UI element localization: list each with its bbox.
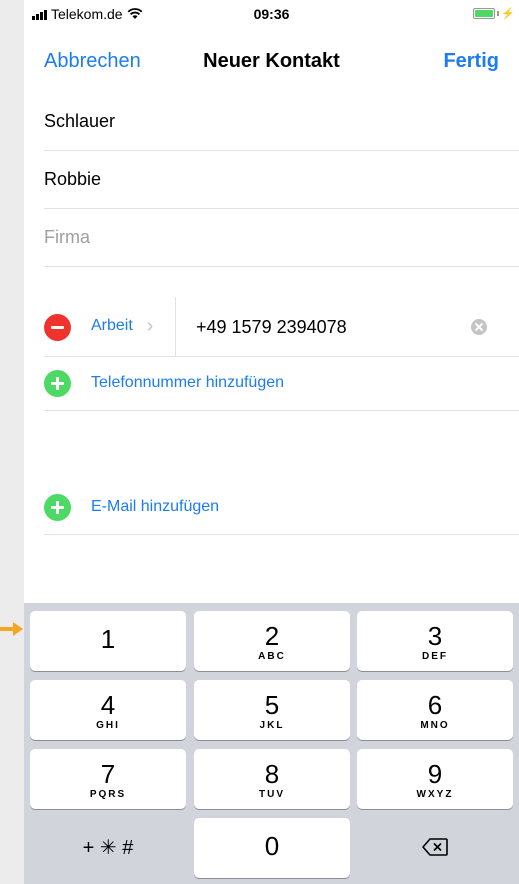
key-2[interactable]: 2 ABC xyxy=(194,611,350,671)
symbols-key[interactable]: + ✳︎ # xyxy=(30,818,186,878)
charging-icon: ⚡ xyxy=(501,8,515,20)
divider xyxy=(175,297,176,357)
key-3[interactable]: 3 DEF xyxy=(357,611,513,671)
battery-tip xyxy=(497,11,500,16)
key-5[interactable]: 5 JKL xyxy=(194,680,350,740)
last-name-row xyxy=(44,93,519,151)
clock: 09:36 xyxy=(253,6,290,22)
status-bar: Telekom.de 09:36 ⚡ xyxy=(24,0,519,28)
key-4[interactable]: 4 GHI xyxy=(30,680,186,740)
add-email-label: E-Mail hinzufügen xyxy=(91,498,220,515)
company-field[interactable] xyxy=(44,209,484,266)
status-right: ⚡ xyxy=(473,7,515,20)
add-icon xyxy=(44,370,71,397)
phone-number-row: Arbeit › xyxy=(44,297,519,357)
add-icon xyxy=(44,494,71,521)
cancel-button[interactable]: Abbrechen xyxy=(44,50,141,73)
backspace-key[interactable] xyxy=(357,818,513,878)
clear-icon[interactable] xyxy=(471,319,487,335)
symbols-label: + ✳︎ # xyxy=(82,837,134,859)
key-letters: PQRS xyxy=(89,789,127,800)
nav-bar: Abbrechen Neuer Kontakt Fertig xyxy=(24,38,519,82)
phone-number-field[interactable] xyxy=(196,297,456,357)
add-email-row[interactable]: E-Mail hinzufügen xyxy=(44,481,519,535)
remove-phone-button[interactable] xyxy=(44,314,71,341)
key-digit: 2 xyxy=(264,621,280,651)
first-name-row xyxy=(44,151,519,209)
key-digit: 5 xyxy=(264,690,280,720)
add-phone-label: Telefonnummer hinzufügen xyxy=(91,374,285,391)
key-digit: 6 xyxy=(427,690,443,720)
key-digit: 4 xyxy=(100,690,116,720)
key-digit: 1 xyxy=(100,624,116,654)
backspace-icon xyxy=(422,838,448,856)
key-1[interactable]: 1 xyxy=(30,611,186,671)
done-button[interactable]: Fertig xyxy=(443,50,499,73)
key-digit: 9 xyxy=(427,759,443,789)
key-digit: 8 xyxy=(264,759,280,789)
key-9[interactable]: 9 WXYZ xyxy=(357,749,513,809)
key-letters: GHI xyxy=(96,720,120,731)
key-digit: 7 xyxy=(100,759,116,789)
phone-screen: Telekom.de 09:36 ⚡ Abbrechen Neuer Konta… xyxy=(24,0,519,884)
numeric-keyboard: 1 2 ABC 3 DEF 4 GHI 5 JKL 6 MNO 7 PQRS 8… xyxy=(24,603,519,884)
key-digit: 0 xyxy=(264,831,280,861)
first-name-field[interactable] xyxy=(44,151,484,208)
last-name-field[interactable] xyxy=(44,93,484,150)
phone-label-text: Arbeit xyxy=(91,317,133,334)
key-letters: JKL xyxy=(259,720,285,731)
key-digit: 3 xyxy=(427,621,443,651)
add-phone-row[interactable]: Telefonnummer hinzufügen xyxy=(44,357,519,411)
battery-icon xyxy=(473,8,496,19)
key-letters: DEF xyxy=(422,651,448,662)
left-margin xyxy=(0,0,24,884)
company-row xyxy=(44,209,519,267)
pointer-arrow-icon xyxy=(0,622,23,636)
key-letters: WXYZ xyxy=(416,789,454,800)
key-7[interactable]: 7 PQRS xyxy=(30,749,186,809)
key-letters: ABC xyxy=(258,651,286,662)
key-0[interactable]: 0 xyxy=(194,818,350,878)
key-6[interactable]: 6 MNO xyxy=(357,680,513,740)
phone-label-button[interactable]: Arbeit › xyxy=(91,316,153,336)
key-letters: MNO xyxy=(420,720,450,731)
key-letters: TUV xyxy=(259,789,285,800)
chevron-right-icon: › xyxy=(146,315,154,337)
key-8[interactable]: 8 TUV xyxy=(194,749,350,809)
